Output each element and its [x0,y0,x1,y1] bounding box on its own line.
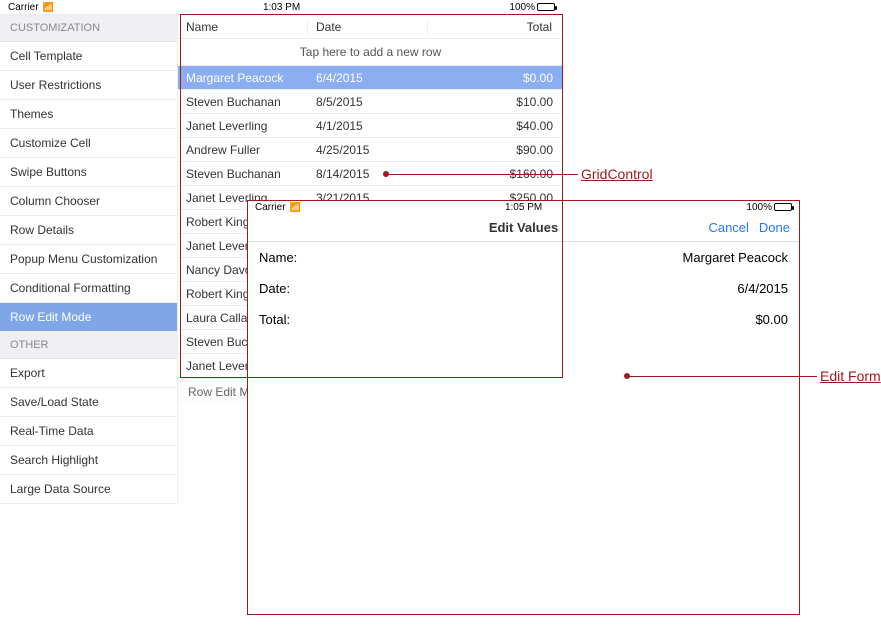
annotation-label-form: Edit Form [820,368,881,384]
cell-name: Janet Leverling [178,119,308,133]
battery-pct: 100% [746,202,772,213]
new-row-button[interactable]: Tap here to add a new row [178,39,563,66]
cell-name: Steven Buchanan [178,167,308,181]
form-row[interactable]: Total: $0.00 [247,304,800,335]
cell-date: 4/1/2015 [308,119,428,133]
sidebar-item[interactable]: Search Highlight [0,446,177,475]
annotation-line-grid [386,174,578,175]
cell-name: Steven Buchanan [178,95,308,109]
cell-date: 8/5/2015 [308,95,428,109]
sidebar-item[interactable]: Cell Template [0,42,177,71]
form-value: 6/4/2015 [737,281,788,296]
front-device: Carrier 📶 1:05 PM 100% Edit Values Cance… [247,200,800,615]
section-header: OTHER [0,332,177,359]
sidebar-item[interactable]: Large Data Source [0,475,177,504]
battery-icon [774,203,792,211]
form-row[interactable]: Date: 6/4/2015 [247,273,800,304]
form-value: $0.00 [755,312,788,327]
sidebar-item[interactable]: Real-Time Data [0,417,177,446]
col-header-date[interactable]: Date [308,20,428,34]
time-label: 1:03 PM [263,2,300,13]
cell-date: 4/25/2015 [308,143,428,157]
cell-total: $90.00 [428,143,563,157]
cell-total: $0.00 [428,71,563,85]
cell-total: $10.00 [428,95,563,109]
wifi-icon: 📶 [43,2,54,13]
battery-pct: 100% [509,2,535,13]
section-header: CUSTOMIZATION [0,15,177,42]
form-row[interactable]: Name: Margaret Peacock [247,242,800,273]
sidebar-item[interactable]: Conditional Formatting [0,274,177,303]
cancel-button[interactable]: Cancel [708,220,748,235]
carrier-label: Carrier [8,2,39,13]
cell-name: Andrew Fuller [178,143,308,157]
time-label: 1:05 PM [505,202,542,213]
wifi-icon: 📶 [290,202,301,213]
sidebar-item[interactable]: Swipe Buttons [0,158,177,187]
form-label: Total: [259,312,290,327]
form-label: Name: [259,250,297,265]
sidebar-item[interactable]: Themes [0,100,177,129]
table-row[interactable]: Janet Leverling4/1/2015$40.00 [178,114,563,138]
sidebar: CUSTOMIZATIONCell TemplateUser Restricti… [0,15,178,504]
col-header-total[interactable]: Total [428,20,563,34]
annotation-dot-grid [383,171,389,177]
annotation-label-grid: GridControl [581,166,653,182]
cell-name: Margaret Peacock [178,71,308,85]
sidebar-item[interactable]: Column Chooser [0,187,177,216]
table-row[interactable]: Steven Buchanan8/5/2015$10.00 [178,90,563,114]
done-button[interactable]: Done [759,220,790,235]
edit-navbar: Edit Values Cancel Done [247,214,800,242]
sidebar-item[interactable]: Export [0,359,177,388]
sidebar-item[interactable]: Save/Load State [0,388,177,417]
cell-date: 6/4/2015 [308,71,428,85]
sidebar-item[interactable]: Popup Menu Customization [0,245,177,274]
cell-total: $40.00 [428,119,563,133]
col-header-name[interactable]: Name [178,20,308,34]
edit-title: Edit Values [347,220,700,235]
sidebar-item[interactable]: Customize Cell [0,129,177,158]
status-bar-back: Carrier 📶 1:03 PM 100% [0,0,563,14]
table-row[interactable]: Andrew Fuller4/25/2015$90.00 [178,138,563,162]
annotation-line-form [627,376,817,377]
carrier-label: Carrier [255,202,286,213]
form-value: Margaret Peacock [683,250,789,265]
sidebar-item[interactable]: User Restrictions [0,71,177,100]
annotation-dot-form [624,373,630,379]
sidebar-item[interactable]: Row Details [0,216,177,245]
status-bar-front: Carrier 📶 1:05 PM 100% [247,200,800,214]
battery-icon [537,3,555,11]
table-row[interactable]: Margaret Peacock6/4/2015$0.00 [178,66,563,90]
form-label: Date: [259,281,290,296]
sidebar-item[interactable]: Row Edit Mode [0,303,177,332]
grid-header-row: Name Date Total [178,15,563,39]
